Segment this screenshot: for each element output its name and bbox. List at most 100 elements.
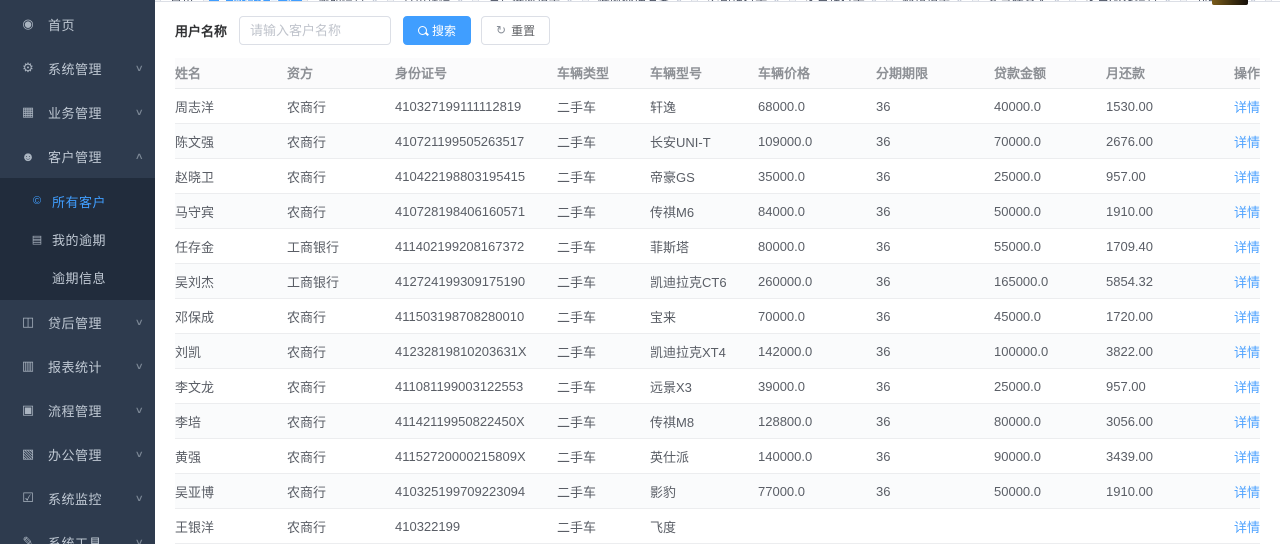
detail-link[interactable]: 详情 — [1234, 170, 1260, 185]
sidebar-item-office-mgmt[interactable]: ▧办公管理∨ — [0, 432, 155, 476]
chevron-down-icon: ∨ — [135, 317, 144, 328]
table-cell: 农商行 — [287, 474, 395, 509]
table-cell: 农商行 — [287, 299, 395, 334]
table-cell: 邓保成 — [175, 299, 287, 334]
table-cell: 宝来 — [650, 299, 758, 334]
table-row: 李文龙农商行411081199003122553二手车远景X339000.036… — [175, 369, 1260, 404]
table-cell: 36 — [876, 474, 994, 509]
table-cell: 1910.00 — [1106, 194, 1210, 229]
table-cell: 140000.0 — [758, 439, 876, 474]
table-cell: 李培 — [175, 404, 287, 439]
table-cell: 36 — [876, 439, 994, 474]
sidebar-subitem-label: 逾期信息 — [52, 268, 106, 287]
detail-link[interactable]: 详情 — [1234, 520, 1260, 535]
table-cell: 农商行 — [287, 509, 395, 544]
table-cell: 411402199208167372 — [395, 229, 557, 264]
sidebar-item-label: 系统工具 — [48, 533, 102, 544]
action-cell: 详情 — [1210, 334, 1260, 369]
sidebar: ◉首页⚙系统管理∨▦业务管理∨☻客户管理∧©所有客户▤我的逾期逾期信息◫贷后管理… — [0, 0, 155, 544]
sidebar-item-customer-mgmt[interactable]: ☻客户管理∧ — [0, 134, 155, 178]
table-cell: 100000.0 — [994, 334, 1106, 369]
table-cell: 二手车 — [557, 509, 650, 544]
table-cell: 55000.0 — [994, 229, 1106, 264]
table-row: 陈文强农商行410721199505263517二手车长安UNI-T109000… — [175, 124, 1260, 159]
detail-link[interactable]: 详情 — [1234, 415, 1260, 430]
sidebar-item-business-mgmt[interactable]: ▦业务管理∨ — [0, 90, 155, 134]
table-cell: 45000.0 — [994, 299, 1106, 334]
table-cell: 二手车 — [557, 334, 650, 369]
detail-link[interactable]: 详情 — [1234, 310, 1260, 325]
table-cell: 长安UNI-T — [650, 124, 758, 159]
sidebar-item-label: 客户管理 — [48, 147, 102, 166]
detail-link[interactable]: 详情 — [1234, 100, 1260, 115]
detail-link[interactable]: 详情 — [1234, 275, 1260, 290]
table-cell: 传祺M8 — [650, 404, 758, 439]
search-form: 用户名称 搜索 ↻ 重置 — [155, 2, 1280, 58]
sidebar-item-system-tools[interactable]: ✎系统工具∨ — [0, 520, 155, 544]
table-cell: 二手车 — [557, 194, 650, 229]
column-header: 车辆类型 — [557, 58, 650, 89]
column-header: 姓名 — [175, 58, 287, 89]
table-cell: 陈文强 — [175, 124, 287, 159]
table-row: 刘凯农商行41232819810203631X二手车凯迪拉克XT4142000.… — [175, 334, 1260, 369]
table-row: 黄强农商行41152720000215809X二手车英仕派140000.0369… — [175, 439, 1260, 474]
search-field-label: 用户名称 — [175, 21, 227, 40]
action-cell: 详情 — [1210, 124, 1260, 159]
column-header: 车辆价格 — [758, 58, 876, 89]
detail-link[interactable]: 详情 — [1234, 485, 1260, 500]
detail-link[interactable]: 详情 — [1234, 205, 1260, 220]
table-cell: 农商行 — [287, 404, 395, 439]
chevron-down-icon: ∨ — [135, 361, 144, 372]
table-cell: 40000.0 — [994, 89, 1106, 124]
detail-link[interactable]: 详情 — [1234, 345, 1260, 360]
dashboard-icon: ◉ — [20, 16, 36, 32]
table-cell: 农商行 — [287, 159, 395, 194]
sidebar-item-label: 贷后管理 — [48, 313, 102, 332]
table-row: 吴刘杰工商银行412724199309175190二手车凯迪拉克CT626000… — [175, 264, 1260, 299]
sidebar-item-my-overdue[interactable]: ▤我的逾期 — [0, 220, 155, 258]
table-cell: 周志洋 — [175, 89, 287, 124]
table-cell: 77000.0 — [758, 474, 876, 509]
table-cell: 410322199 — [395, 509, 557, 544]
detail-link[interactable]: 详情 — [1234, 450, 1260, 465]
sidebar-item-system-monitor[interactable]: ☑系统监控∨ — [0, 476, 155, 520]
table-cell — [876, 509, 994, 544]
table-cell: 70000.0 — [994, 124, 1106, 159]
reset-button[interactable]: ↻ 重置 — [481, 16, 550, 45]
table-cell: 刘凯 — [175, 334, 287, 369]
action-cell: 详情 — [1210, 89, 1260, 124]
table-cell: 王银洋 — [175, 509, 287, 544]
table-cell: 工商银行 — [287, 229, 395, 264]
action-cell: 详情 — [1210, 439, 1260, 474]
table-cell: 农商行 — [287, 194, 395, 229]
sidebar-item-process-mgmt[interactable]: ▣流程管理∨ — [0, 388, 155, 432]
sidebar-item-label: 系统管理 — [48, 59, 102, 78]
sidebar-subitem-label: 所有客户 — [52, 192, 106, 211]
table-cell: 农商行 — [287, 89, 395, 124]
chevron-down-icon: ∨ — [135, 537, 144, 544]
search-button[interactable]: 搜索 — [403, 16, 471, 45]
table-cell: 68000.0 — [758, 89, 876, 124]
table-cell: 36 — [876, 124, 994, 159]
table-cell: 36 — [876, 264, 994, 299]
table-cell: 传祺M6 — [650, 194, 758, 229]
sidebar-item-postloan-mgmt[interactable]: ◫贷后管理∨ — [0, 300, 155, 344]
sidebar-item-report-stats[interactable]: ▥报表统计∨ — [0, 344, 155, 388]
table-cell: 25000.0 — [994, 369, 1106, 404]
detail-link[interactable]: 详情 — [1234, 380, 1260, 395]
detail-link[interactable]: 详情 — [1234, 240, 1260, 255]
sidebar-item-all-customers[interactable]: ©所有客户 — [0, 182, 155, 220]
sidebar-item-system-mgmt[interactable]: ⚙系统管理∨ — [0, 46, 155, 90]
avatar[interactable] — [1212, 0, 1248, 5]
detail-link[interactable]: 详情 — [1234, 135, 1260, 150]
sidebar-item-label: 首页 — [48, 15, 75, 34]
sidebar-item-home[interactable]: ◉ 首页 — [0, 2, 155, 46]
table-cell: 二手车 — [557, 264, 650, 299]
sidebar-item-overdue-info[interactable]: 逾期信息 — [0, 258, 155, 296]
customer-name-input[interactable] — [239, 16, 391, 45]
table-cell: 2676.00 — [1106, 124, 1210, 159]
table-cell: 菲斯塔 — [650, 229, 758, 264]
table-cell: 黄强 — [175, 439, 287, 474]
table-cell: 3822.00 — [1106, 334, 1210, 369]
action-cell: 详情 — [1210, 229, 1260, 264]
